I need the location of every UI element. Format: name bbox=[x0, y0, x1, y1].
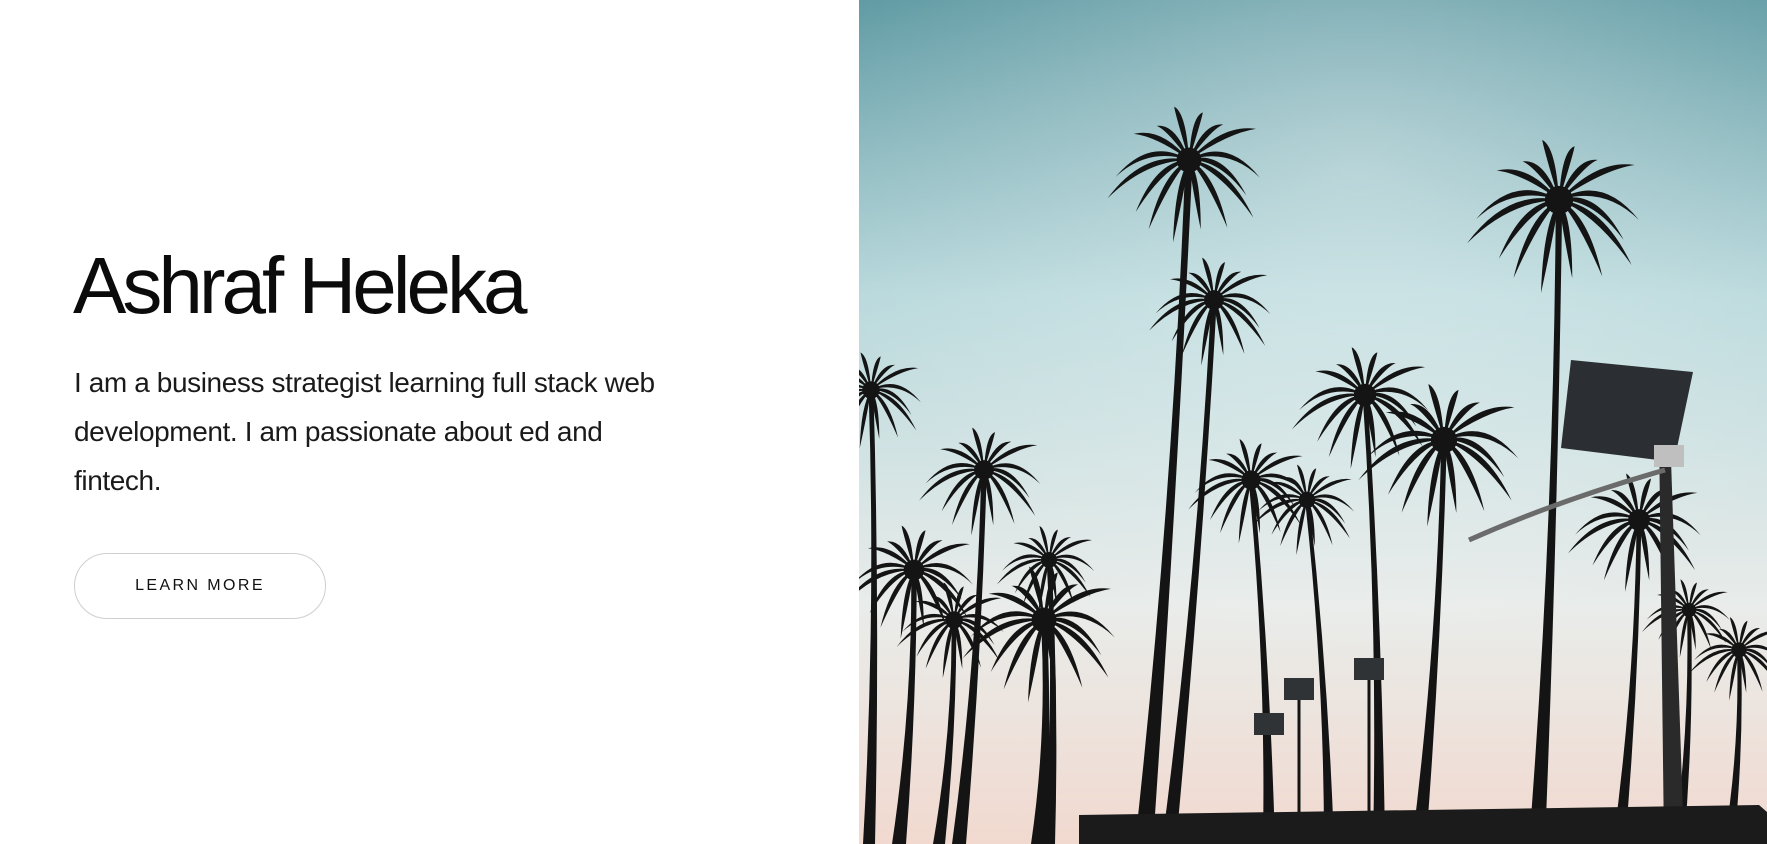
palm-crown-core bbox=[974, 460, 994, 480]
palm-crown-core bbox=[1204, 290, 1224, 310]
learn-more-button[interactable]: LEARN MORE bbox=[74, 553, 326, 619]
lamp-panel bbox=[1254, 713, 1284, 735]
hero-image bbox=[859, 0, 1767, 844]
hero-title: Ashraf Heleka bbox=[73, 241, 527, 330]
hero-text-panel: Ashraf Heleka I am a business strategist… bbox=[0, 0, 859, 844]
palm-crown-core bbox=[1544, 185, 1574, 215]
palm-crown-core bbox=[1298, 491, 1316, 509]
palm-crown-core bbox=[1681, 602, 1697, 618]
palm-crown-core bbox=[1241, 470, 1261, 490]
palm-crown-core bbox=[1176, 147, 1202, 173]
palm-crown-core bbox=[1430, 426, 1458, 454]
palm-crown-core bbox=[862, 381, 880, 399]
street-light-box bbox=[1654, 445, 1684, 467]
lamp-panel bbox=[1354, 658, 1384, 680]
palm-crown-core bbox=[903, 559, 925, 581]
palm-crown-core bbox=[1041, 552, 1057, 568]
hero-section: Ashraf Heleka I am a business strategist… bbox=[0, 0, 1767, 844]
palm-crown-core bbox=[1353, 383, 1377, 407]
palm-trees-photo bbox=[859, 0, 1767, 844]
palm-crown-core bbox=[945, 611, 963, 629]
palm-crown-core bbox=[1628, 509, 1650, 531]
lamp-panel bbox=[1284, 678, 1314, 700]
hero-bio: I am a business strategist learning full… bbox=[74, 367, 655, 496]
palm-crown-core bbox=[1731, 642, 1747, 658]
